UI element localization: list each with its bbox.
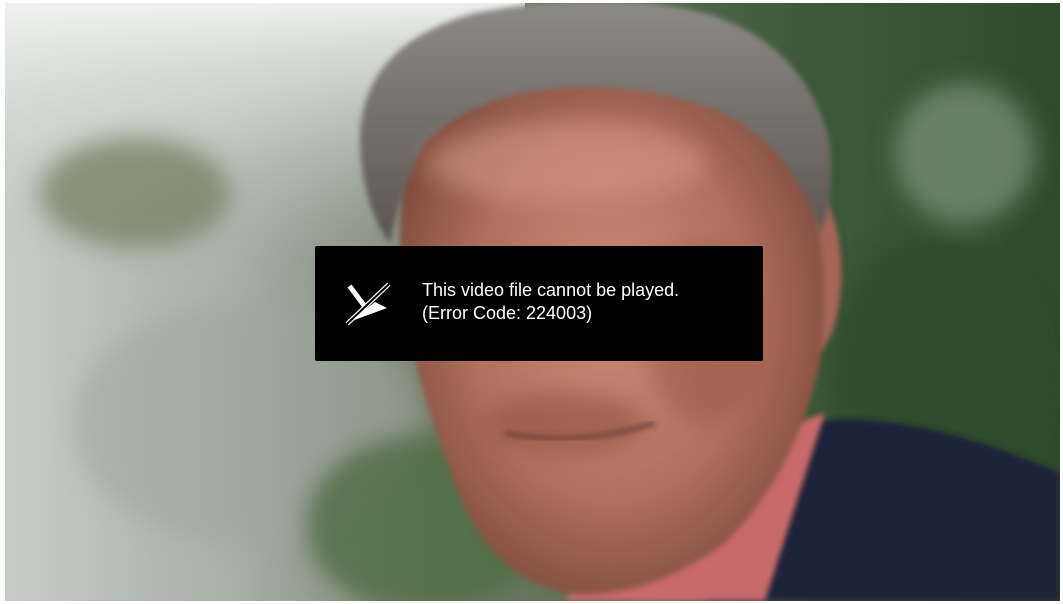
playback-error-dialog: This video file cannot be played. (Error… (315, 246, 763, 361)
video-player[interactable]: This video file cannot be played. (Error… (5, 3, 1060, 601)
video-unavailable-icon (345, 282, 391, 326)
error-message-line-1: This video file cannot be played. (422, 280, 680, 300)
error-code: (Error Code: 224003) (422, 303, 593, 323)
error-message: This video file cannot be played. (Error… (422, 279, 679, 325)
